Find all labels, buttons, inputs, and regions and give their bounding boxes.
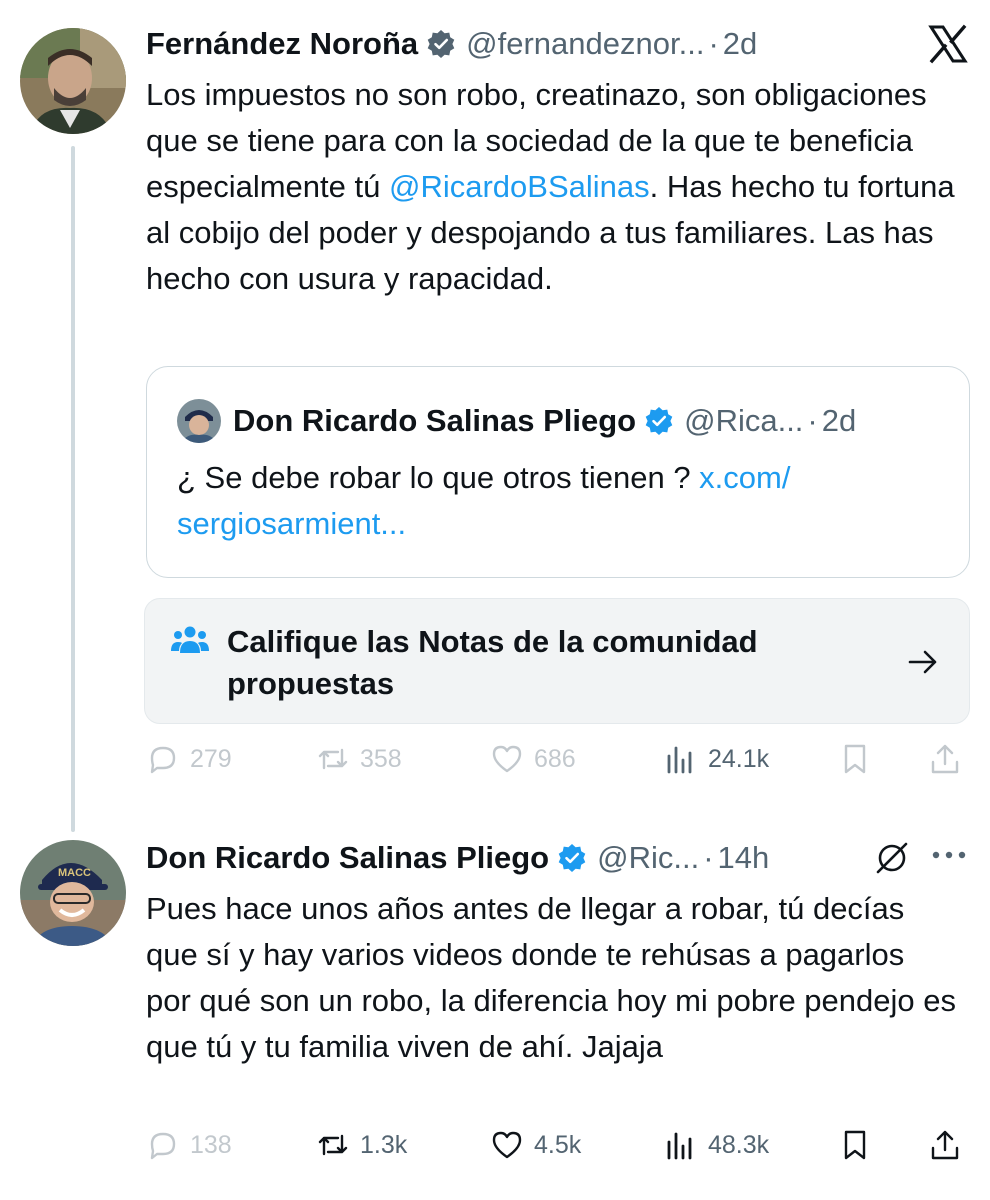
quoted-tweet-text: ¿ Se debe robar lo que otros tienen ? x.… [177,455,937,547]
reply-icon [150,746,176,774]
avatar-fernandez-norona[interactable] [20,28,126,134]
tweet-actions-bar: 138 1.3k 4.5k 48.3k [146,1128,970,1172]
arrow-right-icon[interactable] [907,647,939,677]
quoted-text: ¿ Se debe robar lo que otros tienen ? [177,460,700,495]
tweet-timestamp[interactable]: 14h [718,838,770,878]
svg-text:MACC: MACC [58,867,91,879]
repost-button[interactable]: 358 [316,742,402,776]
repost-button[interactable]: 1.3k [316,1128,407,1162]
heart-icon [492,1131,522,1159]
tweet-header: Don Ricardo Salinas Pliego @Ric... · 14h [146,838,769,878]
quoted-author-name: Don Ricardo Salinas Pliego [233,403,637,438]
tweet-reply[interactable]: MACC Don Ricardo Salinas Pliego @Ric... … [0,820,990,1200]
reply-button[interactable]: 138 [146,1128,232,1162]
reply-button[interactable]: 279 [146,742,232,776]
quoted-author-handle: @Rica... [684,403,804,438]
author-name[interactable]: Fernández Noroña [146,24,418,64]
share-button[interactable] [928,1128,962,1162]
views-bar-chart-icon [667,1132,692,1160]
tweet-timestamp[interactable]: 2d [723,24,757,64]
more-dots-icon[interactable] [930,848,968,862]
like-count: 686 [534,744,576,773]
community-notes-prompt[interactable]: Califique las Notas de la comunidad prop… [144,598,970,724]
tweet-text: Pues hace unos años antes de llegar a ro… [146,891,956,1064]
verified-badge-icon [644,406,674,436]
community-notes-label: Califique las Notas de la comunidad prop… [227,624,758,701]
x-logo-icon [928,24,968,64]
community-notes-icon [171,623,209,657]
bookmark-icon [844,744,866,774]
bookmark-button[interactable] [838,1128,872,1162]
share-icon [931,1130,959,1160]
separator-dot: · [708,26,719,61]
repost-count: 1.3k [360,1130,408,1159]
reply-icon [150,1132,176,1160]
reply-count: 279 [190,744,232,773]
share-button[interactable] [928,742,962,776]
author-handle[interactable]: @Ric... [597,838,699,878]
quoted-tweet-card[interactable]: Don Ricardo Salinas Pliego @Rica... · 2d… [146,366,970,578]
tweet-actions-bar: 279 358 686 24.1k [146,742,970,786]
verified-badge-icon [426,29,456,59]
thread-connector-line [71,146,75,832]
views-bar-chart-icon [667,746,692,774]
repost-count: 358 [360,744,402,773]
verified-badge-icon [557,843,587,873]
like-button[interactable]: 4.5k [490,1128,581,1162]
tweet-header: Fernández Noroña @fernandeznor... · 2d [146,24,757,64]
no-symbol-icon[interactable] [874,840,910,876]
views-button[interactable]: 24.1k [664,742,769,776]
views-button[interactable]: 48.3k [664,1128,769,1162]
tweet-original[interactable]: Fernández Noroña @fernandeznor... · 2d L… [0,0,990,832]
bookmark-button[interactable] [838,742,872,776]
author-handle[interactable]: @fernandeznor... [466,24,704,64]
mention-link[interactable]: @RicardoBSalinas [389,169,650,204]
quoted-tweet-timestamp: 2d [821,403,857,438]
reply-count: 138 [190,1130,232,1159]
avatar-ricardo-salinas[interactable]: MACC [20,840,126,946]
repost-icon [318,748,348,770]
heart-icon [492,745,522,773]
separator-dot: · [807,403,818,438]
like-button[interactable]: 686 [490,742,576,776]
like-count: 4.5k [534,1130,582,1159]
bookmark-icon [844,1130,866,1160]
separator-dot: · [703,840,714,875]
tweet-text: Los impuestos no son robo, creatinazo, s… [146,72,956,302]
repost-icon [318,1134,348,1156]
quoted-tweet-header: Don Ricardo Salinas Pliego @Rica... · 2d [177,399,856,443]
author-name[interactable]: Don Ricardo Salinas Pliego [146,838,549,878]
quoted-author-avatar [177,399,221,443]
views-count: 48.3k [708,1130,770,1159]
views-count: 24.1k [708,744,770,773]
share-icon [931,744,959,774]
